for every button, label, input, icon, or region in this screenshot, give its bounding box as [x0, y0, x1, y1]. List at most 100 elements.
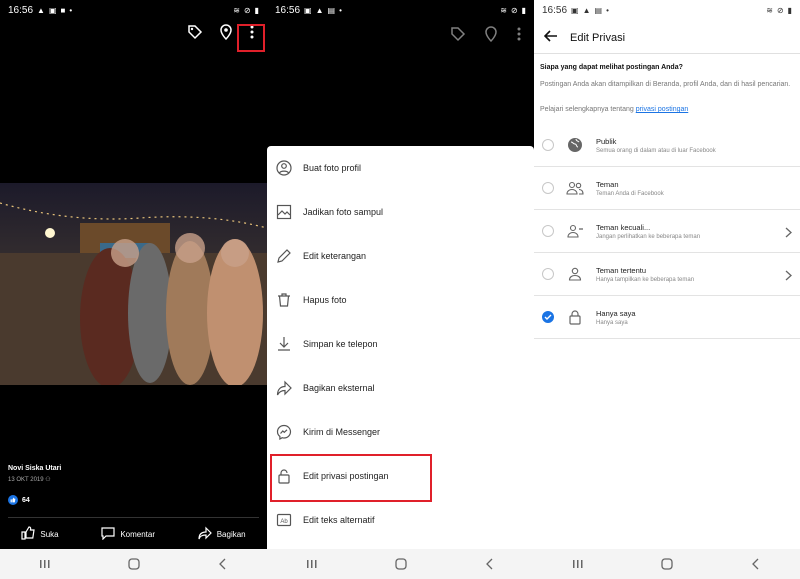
home-icon[interactable]: [119, 554, 149, 574]
tag-icon: [450, 26, 466, 47]
option-label: Teman: [596, 179, 619, 189]
menu-item-edit-caption[interactable]: Edit keterangan: [267, 234, 534, 278]
wifi-icon: ≋: [766, 5, 773, 15]
trash-icon: [275, 291, 293, 309]
battery-icon: ▮: [787, 5, 792, 15]
like-count: 64: [22, 496, 30, 504]
dnd-icon: ⊘: [776, 5, 784, 15]
photo-options-screen: 16:56 ▣ ▲ ▤ • ≋ ⊘ ▮ Buat foto profil Jad…: [267, 0, 534, 579]
menu-item-edit-alt-text[interactable]: Ab Edit teks alternatif: [267, 498, 534, 542]
privacy-policy-link[interactable]: privasi postingan: [636, 106, 689, 113]
image-icon: ▣: [304, 5, 312, 15]
wifi-icon: ≋: [233, 5, 240, 15]
more-button-highlight: [237, 24, 265, 52]
privacy-description: Postingan Anda akan ditampilkan di Beran…: [540, 81, 791, 88]
status-time: 16:56: [8, 4, 34, 16]
edit-privacy-highlight: [270, 454, 432, 502]
friends-except-icon: [564, 224, 586, 238]
radio-button[interactable]: [542, 182, 554, 194]
specific-friend-icon: [564, 267, 586, 281]
download-icon: [275, 335, 293, 353]
privacy-option-friends-except[interactable]: Teman kecuali... Jangan perlihatkan ke b…: [534, 210, 800, 253]
share-label: Bagikan: [216, 529, 246, 539]
warning-icon: ▲: [315, 5, 324, 15]
battery-icon: ▮: [521, 5, 526, 15]
recent-apps-icon[interactable]: [297, 554, 327, 574]
lock-icon: [564, 309, 586, 325]
friends-audience-icon: ⚇: [45, 477, 51, 483]
menu-label: Simpan ke telepon: [303, 339, 378, 349]
radio-button-selected[interactable]: [542, 311, 554, 323]
location-pin-icon[interactable]: [219, 24, 233, 40]
system-nav-bar: [0, 549, 267, 579]
privacy-option-friends[interactable]: Teman Teman Anda di Facebook: [534, 167, 800, 210]
privacy-question: Siapa yang dapat melihat postingan Anda?: [540, 64, 683, 71]
comment-button[interactable]: Komentar: [101, 526, 155, 542]
option-description: Teman Anda di Facebook: [596, 190, 664, 197]
option-description: Semua orang di dalam atau di luar Facebo…: [596, 147, 716, 154]
reaction-summary[interactable]: 64: [8, 495, 30, 505]
share-arrow-icon: [198, 526, 212, 542]
dnd-icon: ⊘: [243, 5, 251, 15]
calendar-icon: ▤: [327, 5, 336, 15]
learn-more: Pelajari selengkapnya tentang privasi po…: [540, 106, 688, 113]
dnd-icon: ⊘: [510, 5, 518, 15]
home-icon[interactable]: [652, 554, 682, 574]
facebook-icon: ■: [60, 5, 66, 15]
recent-apps-icon[interactable]: [563, 554, 593, 574]
tag-icon[interactable]: [187, 24, 203, 40]
more-vertical-icon: [516, 26, 522, 47]
battery-icon: ▮: [254, 5, 259, 15]
location-pin-icon: [484, 26, 498, 47]
page-title: Edit Privasi: [570, 31, 626, 44]
image-icon: ▣: [571, 5, 579, 15]
radio-button[interactable]: [542, 139, 554, 151]
action-bar: Suka Komentar Bagikan: [0, 522, 267, 546]
menu-label: Bagikan eksternal: [303, 383, 375, 393]
chevron-right-icon[interactable]: [785, 268, 792, 286]
status-bar: 16:56 ▲ ▣ ■ • ≋ ⊘ ▮: [0, 0, 267, 20]
dot-icon: •: [606, 5, 609, 15]
share-button[interactable]: Bagikan: [198, 526, 246, 542]
privacy-option-only-me[interactable]: Hanya saya Hanya saya: [534, 296, 800, 339]
warning-icon: ▲: [37, 5, 45, 15]
option-description: Hanya saya: [596, 319, 628, 326]
back-arrow-icon[interactable]: [543, 29, 558, 47]
home-icon[interactable]: [386, 554, 416, 574]
menu-item-share-external[interactable]: Bagikan eksternal: [267, 366, 534, 410]
radio-button[interactable]: [542, 225, 554, 237]
option-description: Hanya tampilkan ke beberapa teman: [596, 276, 695, 283]
menu-label: Kirim di Messenger: [303, 427, 381, 437]
menu-item-make-cover-photo[interactable]: Jadikan foto sampul: [267, 190, 534, 234]
calendar-icon: ▤: [594, 5, 603, 15]
menu-label: Jadikan foto sampul: [303, 207, 384, 217]
status-bar: 16:56 ▣ ▲ ▤ • ≋ ⊘ ▮: [534, 0, 800, 20]
privacy-option-public[interactable]: Publik Semua orang di dalam atau di luar…: [534, 124, 800, 167]
status-time: 16:56: [542, 4, 568, 16]
profile-circle-icon: [275, 159, 293, 177]
chevron-right-icon[interactable]: [785, 225, 792, 243]
like-label: Suka: [40, 529, 59, 539]
back-icon[interactable]: [475, 554, 505, 574]
system-nav-bar: [267, 549, 534, 579]
thumbs-up-icon: [21, 526, 36, 542]
back-icon[interactable]: [208, 554, 238, 574]
radio-button[interactable]: [542, 268, 554, 280]
post-date: 13 OKT 2019 ⚇: [8, 476, 51, 483]
like-button[interactable]: Suka: [21, 526, 59, 542]
privacy-option-specific-friends[interactable]: Teman tertentu Hanya tampilkan ke bebera…: [534, 253, 800, 296]
divider: [8, 517, 259, 518]
owner-name[interactable]: Novi Siska Utari: [8, 465, 61, 472]
option-description: Jangan perlihatkan ke beberapa teman: [596, 233, 701, 240]
system-nav-bar: [534, 549, 800, 579]
dot-icon: •: [69, 5, 73, 15]
option-label: Teman tertentu: [596, 265, 647, 275]
image-icon: ▣: [48, 5, 57, 15]
back-icon[interactable]: [741, 554, 771, 574]
wifi-icon: ≋: [500, 5, 507, 15]
menu-item-delete-photo[interactable]: Hapus foto: [267, 278, 534, 322]
menu-item-save-to-phone[interactable]: Simpan ke telepon: [267, 322, 534, 366]
recent-apps-icon[interactable]: [30, 554, 60, 574]
menu-item-send-in-messenger[interactable]: Kirim di Messenger: [267, 410, 534, 454]
menu-item-make-profile-photo[interactable]: Buat foto profil: [267, 146, 534, 190]
